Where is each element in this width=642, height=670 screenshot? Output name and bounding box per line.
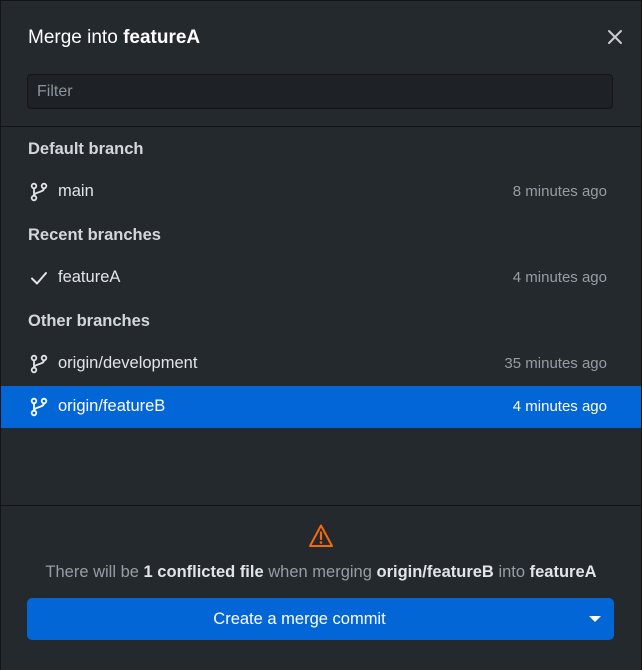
message-text: into bbox=[498, 563, 526, 581]
branch-list: Default branch main 8 minutes ago Recent… bbox=[1, 128, 641, 505]
branch-time: 4 minutes ago bbox=[512, 398, 607, 415]
close-button[interactable] bbox=[605, 27, 625, 47]
source-branch: origin/featureB bbox=[376, 563, 494, 581]
warning-icon bbox=[309, 524, 333, 547]
conflict-count: 1 conflicted file bbox=[143, 563, 264, 581]
git-branch-icon bbox=[30, 397, 48, 417]
title-prefix: Merge into bbox=[28, 27, 118, 48]
branch-name: origin/featureB bbox=[58, 397, 166, 415]
branch-name: origin/development bbox=[58, 354, 198, 372]
branch-name: main bbox=[58, 182, 94, 200]
merge-footer: There will be 1 conflicted file when mer… bbox=[1, 505, 641, 670]
branch-name: featureA bbox=[58, 268, 121, 286]
branch-time: 8 minutes ago bbox=[512, 183, 607, 200]
merge-button-label: Create a merge commit bbox=[213, 610, 386, 628]
group-header-recent: Recent branches bbox=[28, 226, 161, 244]
branch-row-main[interactable]: main 8 minutes ago bbox=[1, 171, 641, 213]
branch-time: 35 minutes ago bbox=[504, 355, 607, 372]
create-merge-commit-button[interactable]: Create a merge commit bbox=[27, 598, 614, 640]
message-text: There will be bbox=[45, 563, 139, 581]
git-branch-icon bbox=[30, 354, 48, 374]
branch-time: 4 minutes ago bbox=[512, 269, 607, 286]
group-header-default: Default branch bbox=[28, 140, 144, 158]
dialog-title: Merge into featureA bbox=[28, 27, 200, 49]
target-branch: featureA bbox=[529, 563, 597, 581]
caret-down-icon[interactable] bbox=[588, 614, 602, 624]
filter-input[interactable] bbox=[27, 74, 613, 109]
close-icon bbox=[608, 30, 622, 44]
check-icon bbox=[31, 272, 47, 285]
merge-dialog: Merge into featureA Default branch main … bbox=[0, 0, 642, 670]
branch-row-featureA[interactable]: featureA 4 minutes ago bbox=[1, 257, 641, 299]
branch-row-origin-featureB[interactable]: origin/featureB 4 minutes ago bbox=[1, 386, 641, 428]
current-branch-name: featureA bbox=[123, 27, 201, 48]
branch-row-origin-development[interactable]: origin/development 35 minutes ago bbox=[1, 343, 641, 385]
merge-status-message: There will be 1 conflicted file when mer… bbox=[1, 563, 641, 582]
group-header-other: Other branches bbox=[28, 312, 150, 330]
message-text: when merging bbox=[268, 563, 372, 581]
dialog-header: Merge into featureA bbox=[1, 1, 641, 127]
git-branch-icon bbox=[30, 182, 48, 202]
